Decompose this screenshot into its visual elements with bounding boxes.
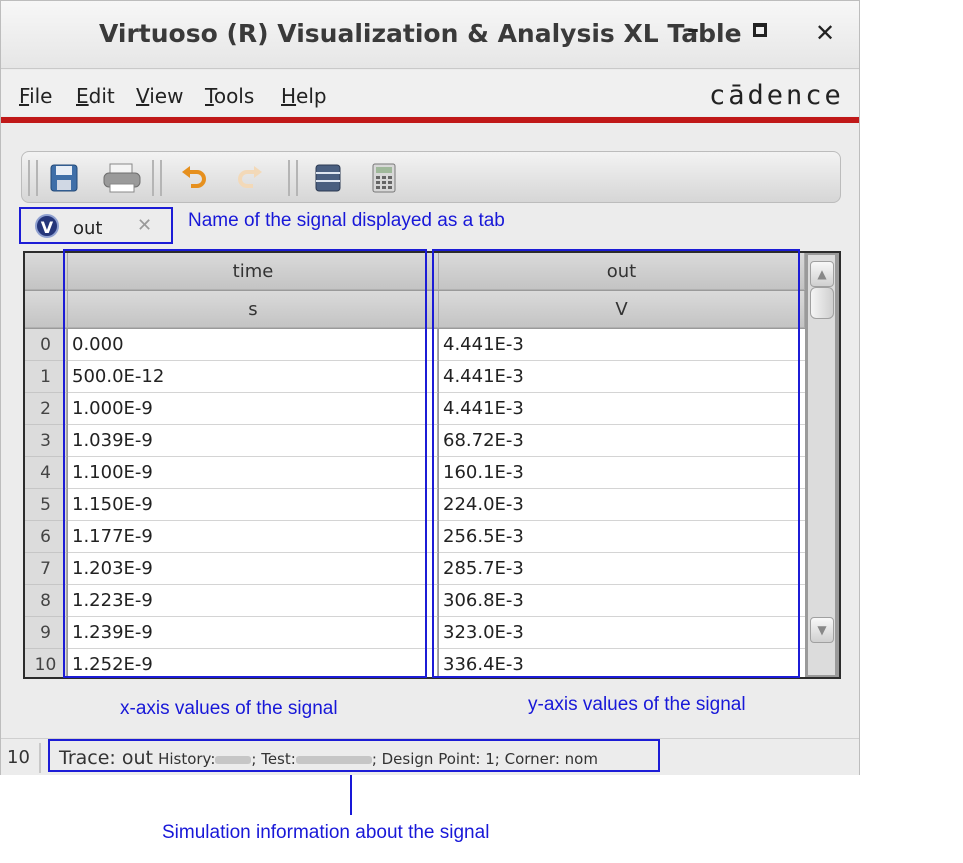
menu-edit[interactable]: Edit: [76, 84, 115, 108]
toolbar-grip[interactable]: [28, 160, 38, 196]
redo-icon[interactable]: [234, 162, 266, 194]
simulation-annotation: Simulation information about the signal: [162, 822, 490, 843]
row-index[interactable]: 1: [25, 361, 67, 393]
menu-file[interactable]: File: [19, 84, 52, 108]
y-values-highlight: [432, 249, 800, 678]
undo-icon[interactable]: [178, 162, 210, 194]
virtuoso-icon: V: [35, 214, 59, 238]
menu-bar: File Edit View Tools Help cādence: [1, 70, 859, 116]
row-index[interactable]: 0: [25, 329, 67, 361]
row-index[interactable]: 9: [25, 617, 67, 649]
scroll-up-icon[interactable]: ▲: [810, 261, 834, 287]
vertical-scrollbar[interactable]: ▲ ▼: [807, 255, 835, 675]
cadence-logo: cādence: [709, 80, 844, 111]
row-index[interactable]: 6: [25, 521, 67, 553]
window-title: Virtuoso (R) Visualization & Analysis XL…: [99, 19, 742, 48]
menu-view[interactable]: View: [136, 84, 183, 108]
scroll-thumb[interactable]: [810, 287, 834, 319]
title-bar[interactable]: Virtuoso (R) Visualization & Analysis XL…: [1, 1, 859, 69]
row-count: 10: [7, 747, 30, 768]
toolbar-grip[interactable]: [152, 160, 162, 196]
table-layout-icon[interactable]: [312, 162, 344, 194]
x-axis-annotation: x-axis values of the signal: [120, 698, 338, 719]
row-index[interactable]: 2: [25, 393, 67, 425]
toolbar-grip[interactable]: [288, 160, 298, 196]
maximize-button[interactable]: [753, 23, 767, 37]
toolbar: [21, 151, 841, 203]
corner-header: [25, 253, 68, 290]
row-index[interactable]: 4: [25, 457, 67, 489]
scroll-down-icon[interactable]: ▼: [810, 617, 834, 643]
row-index[interactable]: 10: [25, 649, 67, 677]
menu-tools[interactable]: Tools: [205, 84, 254, 108]
status-highlight: [48, 739, 660, 772]
status-divider: [39, 743, 41, 773]
row-index[interactable]: 5: [25, 489, 67, 521]
tab-label: out: [73, 218, 103, 239]
tab-out[interactable]: V out ✕: [19, 207, 173, 244]
row-index[interactable]: 8: [25, 585, 67, 617]
print-icon[interactable]: [102, 162, 142, 194]
minimize-button[interactable]: –: [687, 15, 699, 43]
save-icon[interactable]: [48, 162, 80, 194]
close-button[interactable]: ✕: [815, 19, 835, 47]
x-values-highlight: [63, 249, 427, 678]
tab-annotation: Name of the signal displayed as a tab: [188, 210, 505, 231]
row-index[interactable]: 3: [25, 425, 67, 457]
tab-close-icon[interactable]: ✕: [137, 215, 152, 236]
row-index[interactable]: 7: [25, 553, 67, 585]
brand-divider: [1, 117, 859, 123]
calculator-icon[interactable]: [368, 162, 400, 194]
annotation-pointer: [350, 775, 352, 815]
corner-header: [25, 291, 68, 328]
y-axis-annotation: y-axis values of the signal: [528, 694, 746, 715]
menu-help[interactable]: Help: [281, 84, 327, 108]
